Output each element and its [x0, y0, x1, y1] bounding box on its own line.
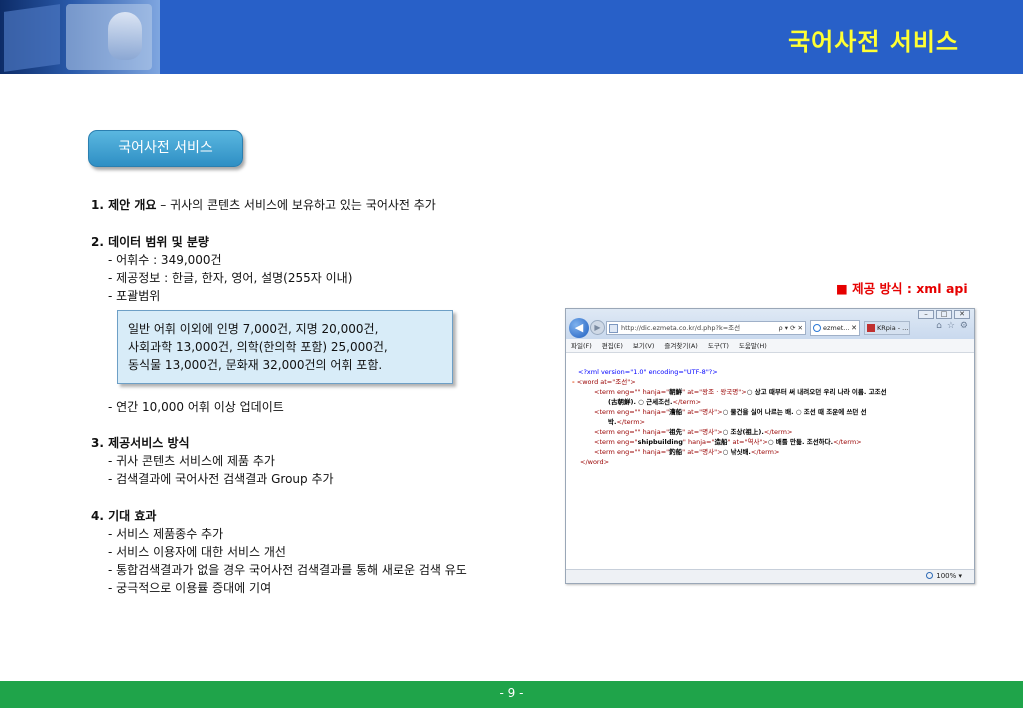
- minimize-icon[interactable]: –: [918, 310, 934, 319]
- zoom-icon: [926, 572, 934, 579]
- home-icon[interactable]: ⌂: [936, 321, 942, 331]
- page-icon: [609, 324, 618, 333]
- data-scope-line: - 어휘수 : 349,000건: [108, 253, 222, 267]
- expected-effect-line: - 궁극적으로 이용률 증대에 기여: [108, 581, 272, 595]
- data-scope-line: - 제공정보 : 한글, 한자, 영어, 설명(255자 이내): [108, 271, 353, 285]
- toolbar-icons: ⌂ ☆ ⚙: [936, 321, 968, 331]
- xml-content: <?xml version="1.0" encoding="UTF-8"?> -…: [572, 367, 970, 467]
- menu-favorites[interactable]: 즐겨찾기(A): [664, 339, 697, 352]
- browser-toolbar: – □ ✕ ◀ ▶ http://dic.ezmeta.co.kr/d.php?…: [566, 309, 974, 339]
- slide: 국어사전 서비스 국어사전 서비스 1. 제안 개요 – 귀사의 콘텐츠 서비스…: [0, 0, 1023, 708]
- chevron-down-icon: ▾: [958, 572, 962, 580]
- footer-bar: - 9 -: [0, 681, 1023, 708]
- expected-effect-heading: 4. 기대 효과: [91, 509, 157, 523]
- expected-effect-line: - 서비스 이용자에 대한 서비스 개선: [108, 545, 286, 559]
- menu-help[interactable]: 도움말(H): [739, 339, 767, 352]
- xml-line: <term eng="" hanja="祖先" at="명사">○ 조상(祖上)…: [594, 428, 793, 436]
- xml-line: <term eng="" hanja="釣船" at="명사">○ 낚싯배.</…: [594, 448, 780, 456]
- xml-line: <term eng="shipbuilding" hanja="造船" at="…: [594, 438, 862, 446]
- tab-krpia[interactable]: KRpia - ...: [864, 321, 910, 335]
- service-method-line: - 검색결과에 국어사전 검색결과 Group 추가: [108, 472, 334, 486]
- gear-icon[interactable]: ⚙: [960, 321, 968, 331]
- computer-mouse-icon: [108, 12, 142, 60]
- xml-line: 박.</term>: [608, 418, 645, 426]
- browser-status-bar: 100% ▾: [566, 569, 974, 583]
- expected-effect-line: - 통합검색결과가 없을 경우 국어사전 검색결과를 통해 새로운 검색 유도: [108, 563, 467, 577]
- header-bar: 국어사전 서비스: [0, 0, 1023, 74]
- coverage-line: 일반 어휘 이외에 인명 7,000건, 지명 20,000건,: [128, 322, 379, 336]
- xml-line: </word>: [580, 458, 610, 466]
- address-bar[interactable]: http://dic.ezmeta.co.kr/d.php?k=조선 ρ ▾ ⟳…: [606, 321, 806, 335]
- window-controls: – □ ✕: [918, 310, 970, 319]
- coverage-line: 사회과학 13,000건, 의학(한의학 포함) 25,000건,: [128, 340, 388, 354]
- browser-screenshot: – □ ✕ ◀ ▶ http://dic.ezmeta.co.kr/d.php?…: [565, 308, 975, 584]
- tab-ezmeta[interactable]: ezmet... ✕: [810, 320, 860, 336]
- ie-icon: [813, 324, 821, 332]
- slide-title: 국어사전 서비스: [788, 28, 959, 56]
- overview-heading: 1. 제안 개요: [91, 198, 157, 212]
- zoom-control[interactable]: 100% ▾: [926, 572, 962, 580]
- coverage-box: 일반 어휘 이외에 인명 7,000건, 지명 20,000건, 사회과학 13…: [117, 310, 453, 384]
- close-icon[interactable]: ✕: [954, 310, 970, 319]
- tab-close-icon[interactable]: ✕: [851, 321, 857, 335]
- delivery-method-label: ■ 제공 방식 : xml api: [836, 281, 968, 296]
- data-scope-line: - 포괄범위: [108, 289, 161, 303]
- back-arrow-icon[interactable]: ◀: [569, 318, 589, 338]
- service-method-heading: 3. 제공서비스 방식: [91, 436, 190, 450]
- collapse-toggle[interactable]: -: [572, 378, 575, 386]
- xml-line: <term eng="" hanja="漕船" at="명사">○ 물건을 실어…: [594, 408, 867, 416]
- xml-line: (古朝鮮). ○ 근세조선.</term>: [608, 398, 702, 406]
- header-decoration-image: [0, 0, 160, 74]
- overview-text: – 귀사의 콘텐츠 서비스에 보유하고 있는 국어사전 추가: [156, 198, 436, 212]
- proposal-overview: 1. 제안 개요 – 귀사의 콘텐츠 서비스에 보유하고 있는 국어사전 추가: [91, 196, 436, 214]
- service-method-line: - 귀사 콘텐츠 서비스에 제품 추가: [108, 454, 275, 468]
- menu-tools[interactable]: 도구(T): [708, 339, 729, 352]
- krpia-icon: [867, 324, 875, 332]
- xml-line: <term eng="" hanja="朝鮮" at="왕조 · 왕국명">○ …: [594, 388, 887, 396]
- url-text: http://dic.ezmeta.co.kr/d.php?k=조선: [621, 324, 741, 332]
- section-pill-label: 국어사전 서비스: [88, 130, 243, 167]
- menu-view[interactable]: 보기(V): [633, 339, 654, 352]
- forward-arrow-icon[interactable]: ▶: [590, 320, 605, 335]
- xml-line: - <word at="조선">: [572, 378, 636, 386]
- update-line: - 연간 10,000 어휘 이상 업데이트: [108, 400, 284, 414]
- page-number: - 9 -: [499, 686, 524, 700]
- coverage-line: 동식물 13,000건, 문화재 32,000건의 어휘 포함.: [128, 358, 383, 372]
- maximize-icon[interactable]: □: [936, 310, 952, 319]
- data-scope-heading: 2. 데이터 범위 및 분량: [91, 235, 209, 249]
- menu-file[interactable]: 파일(F): [571, 339, 592, 352]
- favorites-star-icon[interactable]: ☆: [947, 321, 955, 331]
- menu-edit[interactable]: 편집(E): [602, 339, 623, 352]
- xml-declaration: <?xml version="1.0" encoding="UTF-8"?>: [578, 368, 718, 376]
- address-controls[interactable]: ρ ▾ ⟳ ✕: [779, 322, 803, 334]
- expected-effect-line: - 서비스 제품종수 추가: [108, 527, 224, 541]
- browser-menu-bar: 파일(F) 편집(E) 보기(V) 즐겨찾기(A) 도구(T) 도움말(H): [566, 339, 974, 353]
